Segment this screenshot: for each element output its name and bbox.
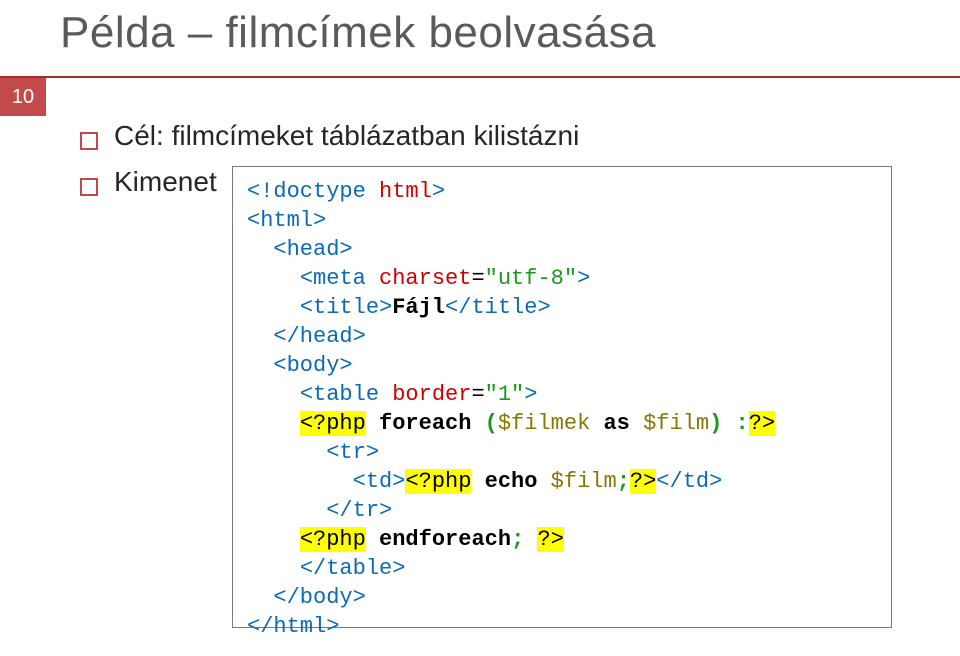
slide-title: Példa – filmcímek beolvasása bbox=[60, 8, 656, 58]
code-token: </head> bbox=[273, 324, 365, 349]
title-rule bbox=[0, 76, 960, 78]
slide-number: 10 bbox=[12, 86, 34, 108]
code-token: ?> bbox=[749, 411, 775, 436]
code-token bbox=[630, 411, 643, 436]
code-token: > bbox=[524, 382, 537, 407]
code-token: $film bbox=[643, 411, 709, 436]
code-token: = bbox=[471, 266, 484, 291]
code-token bbox=[590, 411, 603, 436]
code-token bbox=[366, 411, 379, 436]
code-token: </html> bbox=[247, 614, 339, 639]
code-token: doctype bbox=[273, 179, 365, 204]
code-token: </td> bbox=[656, 469, 722, 494]
code-block: <!doctype html> <html> <head> <meta char… bbox=[232, 166, 892, 628]
code-token: <body> bbox=[273, 353, 352, 378]
code-token: echo bbox=[485, 469, 538, 494]
code-token: <head> bbox=[273, 237, 352, 262]
code-token bbox=[471, 469, 484, 494]
bullet-marker-icon bbox=[80, 132, 98, 150]
code-token: <?php bbox=[300, 411, 366, 436]
code-token bbox=[366, 179, 379, 204]
code-token: Fájl bbox=[392, 295, 445, 320]
bullet-text-2: Kimenet bbox=[114, 166, 217, 198]
code-token: <tr> bbox=[326, 440, 379, 465]
code-token: </title> bbox=[445, 295, 551, 320]
code-token: as bbox=[603, 411, 629, 436]
code-token: border bbox=[392, 382, 471, 407]
code-token: ) bbox=[709, 411, 722, 436]
code-token: : bbox=[736, 411, 749, 436]
code-token: ; bbox=[617, 469, 630, 494]
code-token: > bbox=[577, 266, 590, 291]
code-token: "1" bbox=[485, 382, 525, 407]
code-token: ( bbox=[485, 411, 498, 436]
code-token: <! bbox=[247, 179, 273, 204]
code-token: charset bbox=[379, 266, 471, 291]
code-token: html bbox=[379, 179, 432, 204]
code-token: endforeach bbox=[379, 527, 511, 552]
bullet-row-1: Cél: filmcímeket táblázatban kilistázni bbox=[80, 120, 920, 152]
code-token: <?php bbox=[300, 527, 366, 552]
code-token: = bbox=[471, 382, 484, 407]
code-token: </tr> bbox=[326, 498, 392, 523]
bullet-text-1: Cél: filmcímeket táblázatban kilistázni bbox=[114, 120, 579, 152]
code-token: ?> bbox=[630, 469, 656, 494]
code-token: <html> bbox=[247, 208, 326, 233]
code-token bbox=[537, 469, 550, 494]
slide: Példa – filmcímek beolvasása 10 Cél: fil… bbox=[0, 0, 960, 656]
code-token: ?> bbox=[537, 527, 563, 552]
code-token bbox=[471, 411, 484, 436]
bullet-marker-icon bbox=[80, 178, 98, 196]
code-token: <?php bbox=[405, 469, 471, 494]
code-token: > bbox=[432, 179, 445, 204]
code-token: ; bbox=[511, 527, 524, 552]
code-token bbox=[366, 527, 379, 552]
code-token: </table> bbox=[300, 556, 406, 581]
code-token bbox=[722, 411, 735, 436]
code-token: "utf-8" bbox=[485, 266, 577, 291]
code-token: <title> bbox=[300, 295, 392, 320]
code-token: $filmek bbox=[498, 411, 590, 436]
code-token: foreach bbox=[379, 411, 471, 436]
code-token: </body> bbox=[273, 585, 365, 610]
code-token: <meta bbox=[300, 266, 379, 291]
code-token: $film bbox=[551, 469, 617, 494]
code-token: <table bbox=[300, 382, 392, 407]
code-token bbox=[524, 527, 537, 552]
code-token: <td> bbox=[353, 469, 406, 494]
slide-number-box: 10 bbox=[0, 78, 46, 116]
